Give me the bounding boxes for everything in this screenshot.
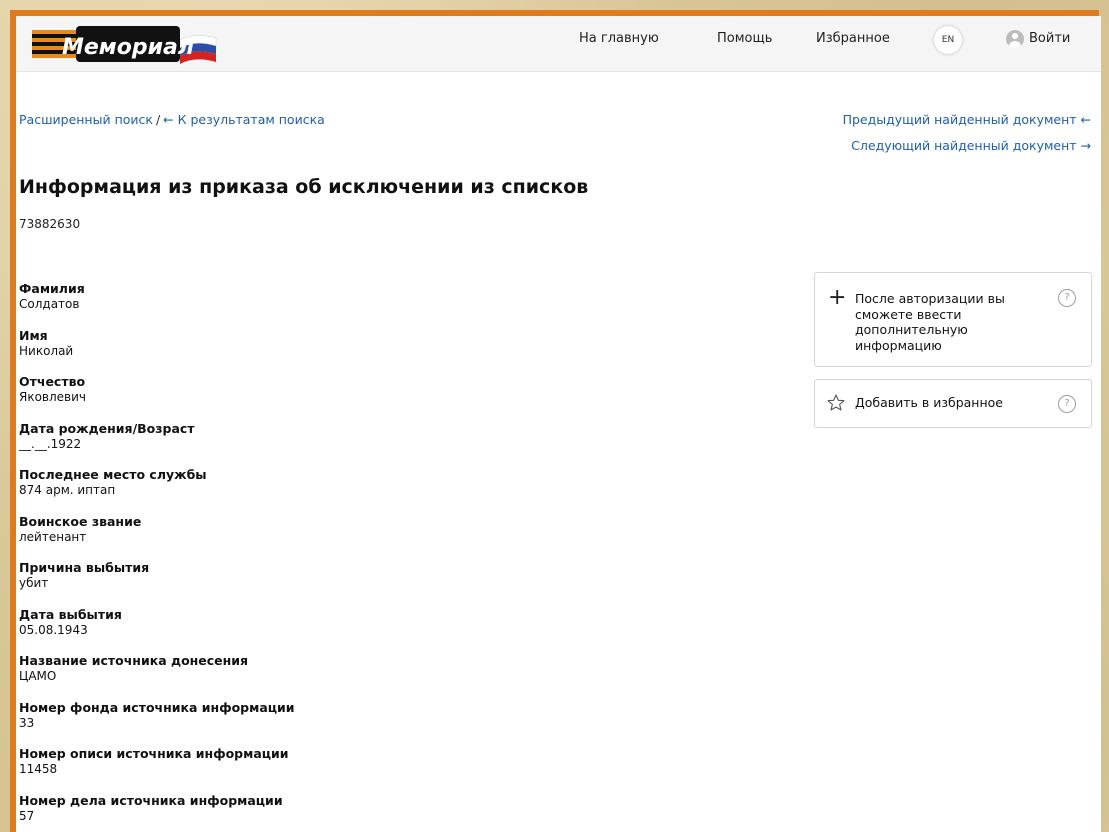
- nav-favorites[interactable]: Избранное: [816, 16, 890, 61]
- field-label: Причина выбытия: [19, 560, 150, 575]
- language-switch-button[interactable]: EN: [934, 26, 962, 54]
- field-label: Дата выбытия: [19, 606, 122, 622]
- field-label: Последнее место службы: [19, 467, 207, 482]
- field-patronymic: Отчество Яковлевич: [19, 374, 619, 421]
- back-to-results-link[interactable]: ← К результатам поиска: [163, 112, 325, 127]
- field-label: Имя: [19, 327, 48, 343]
- field-fund-number: Номер фонда источника информации 33: [19, 700, 619, 747]
- field-value: Яковлевич: [19, 390, 87, 404]
- user-icon: [1006, 29, 1024, 48]
- help-icon[interactable]: ?: [1058, 289, 1076, 307]
- page-title: Информация из приказа об исключении из с…: [19, 176, 589, 198]
- field-military-rank: Воинское звание лейтенант: [19, 514, 619, 561]
- help-icon[interactable]: ?: [1058, 395, 1076, 413]
- field-value: Солдатов: [19, 297, 80, 311]
- auth-note: После авторизации вы сможете ввести допо…: [855, 291, 1005, 353]
- field-first-name: Имя Николай: [19, 328, 619, 375]
- field-label: Дата рождения/Возраст: [19, 420, 195, 436]
- record-fields: Фамилия Солдатов Имя Николай Отчество Як…: [19, 281, 619, 832]
- field-value: Николай: [19, 343, 74, 358]
- field-report-source: Название источника донесения ЦАМО: [19, 653, 619, 700]
- auth-info-card: + После авторизации вы сможете ввести до…: [814, 272, 1092, 367]
- previous-document-link[interactable]: Предыдущий найденный документ ←: [843, 112, 1091, 127]
- field-value: 11458: [19, 762, 58, 776]
- advanced-search-link[interactable]: Расширенный поиск: [19, 112, 153, 127]
- field-last-service-place: Последнее место службы 874 арм. иптап: [19, 467, 619, 514]
- field-label: Название источника донесения: [19, 653, 249, 668]
- field-file-number: Номер дела источника информации 57: [19, 793, 619, 832]
- logo-text: Мемориал: [62, 35, 194, 60]
- site-header: Мемориал На главную Помощь Избранное EN …: [16, 16, 1101, 72]
- field-label: Номер дела источника информации: [19, 792, 283, 808]
- field-value: 05.08.1943: [19, 622, 88, 637]
- field-departure-reason: Причина выбытия убит: [19, 560, 619, 607]
- login-label: Войти: [1029, 31, 1071, 46]
- plus-icon: +: [828, 285, 847, 310]
- field-surname: Фамилия Солдатов: [19, 281, 619, 328]
- breadcrumb-separator: /: [155, 112, 161, 127]
- field-label: Номер фонда источника информации: [19, 699, 295, 715]
- field-value: ЦАМО: [19, 669, 57, 683]
- next-document-link[interactable]: Следующий найденный документ →: [851, 138, 1091, 153]
- nav-home[interactable]: На главную: [579, 16, 659, 61]
- breadcrumb: Расширенный поиск / ← К результатам поиска: [19, 112, 325, 127]
- star-icon: [827, 394, 845, 411]
- add-to-favorites-label: Добавить в избранное: [855, 395, 1003, 410]
- field-inventory-number: Номер описи источника информации 11458: [19, 746, 619, 793]
- field-birth-date: Дата рождения/Возраст __.__.1922: [19, 421, 619, 468]
- login-button[interactable]: Войти: [1006, 16, 1070, 61]
- field-value: лейтенант: [19, 529, 87, 544]
- field-value: 33: [19, 715, 35, 730]
- page: Мемориал На главную Помощь Избранное EN …: [16, 16, 1101, 832]
- memorial-logo[interactable]: Мемориал: [30, 20, 220, 68]
- nav-help[interactable]: Помощь: [717, 16, 772, 61]
- field-value: 874 арм. иптап: [19, 483, 116, 497]
- field-value: убит: [19, 576, 49, 590]
- add-to-favorites-button[interactable]: Добавить в избранное ?: [814, 379, 1092, 428]
- field-label: Воинское звание: [19, 513, 142, 529]
- field-label: Фамилия: [19, 281, 85, 296]
- field-label: Номер описи источника информации: [19, 746, 289, 761]
- field-value: 57: [19, 808, 35, 823]
- field-value: __.__.1922: [19, 436, 82, 451]
- field-departure-date: Дата выбытия 05.08.1943: [19, 607, 619, 654]
- field-label: Отчество: [19, 374, 86, 389]
- document-id: 73882630: [19, 217, 81, 231]
